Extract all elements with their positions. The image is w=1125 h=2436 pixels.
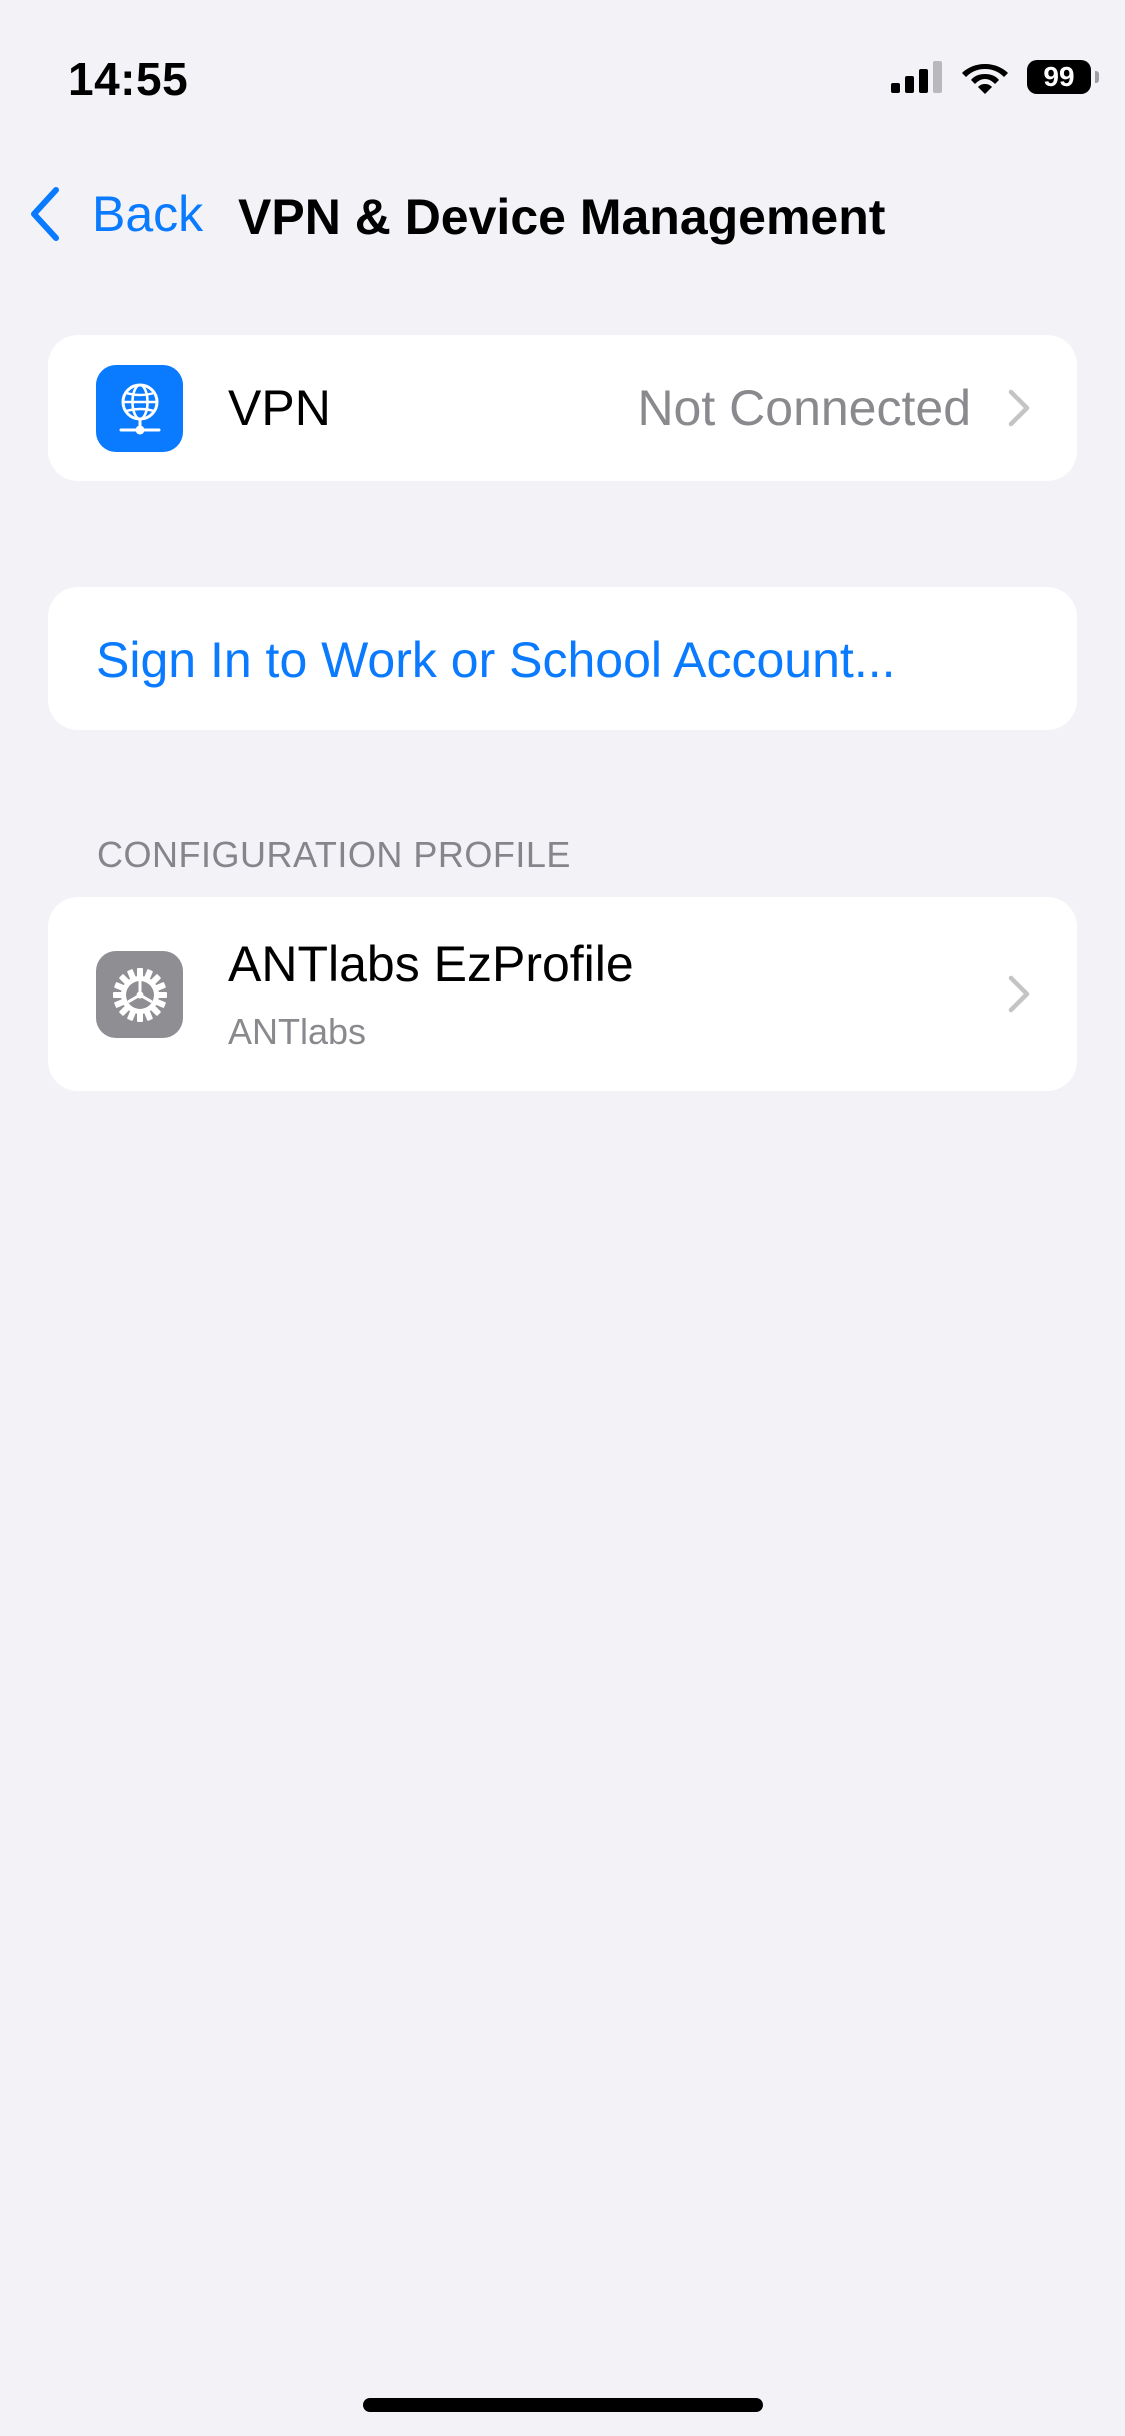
vpn-status: Not Connected (637, 380, 971, 436)
back-button[interactable]: Back (26, 184, 203, 244)
page-title: VPN & Device Management (238, 189, 886, 245)
sign-in-account-button[interactable]: Sign In to Work or School Account... (48, 587, 1077, 730)
sign-in-card: Sign In to Work or School Account... (48, 587, 1077, 730)
status-time: 14:55 (68, 53, 189, 105)
gear-icon (96, 951, 183, 1038)
navigation-bar: Back VPN & Device Management (0, 170, 1125, 270)
chevron-left-icon (31, 187, 59, 241)
sign-in-label: Sign In to Work or School Account... (96, 632, 896, 688)
wifi-icon (962, 64, 1008, 94)
battery-cap (1095, 71, 1099, 83)
battery-level: 99 (1043, 61, 1075, 92)
vpn-label: VPN (228, 380, 331, 436)
back-label: Back (92, 186, 204, 242)
profile-row[interactable]: ANTlabs EzProfile ANTlabs (48, 897, 1077, 1091)
vpn-globe-icon (96, 365, 183, 452)
profile-title: ANTlabs EzProfile (228, 936, 634, 992)
chevron-right-icon (1008, 975, 1030, 1013)
vpn-card: VPN Not Connected (48, 335, 1077, 481)
profile-subtitle: ANTlabs (228, 1011, 367, 1052)
vpn-row[interactable]: VPN Not Connected (48, 335, 1077, 481)
status-bar: 14:55 99 (0, 0, 1125, 140)
profile-card: ANTlabs EzProfile ANTlabs (48, 897, 1077, 1091)
configuration-profile-header: CONFIGURATION PROFILE (97, 834, 571, 875)
status-icons: 99 (891, 60, 1099, 94)
home-indicator[interactable] (363, 2398, 763, 2412)
chevron-right-icon (1008, 389, 1030, 427)
battery-indicator: 99 (1027, 60, 1099, 94)
cellular-signal-icon (891, 61, 942, 93)
